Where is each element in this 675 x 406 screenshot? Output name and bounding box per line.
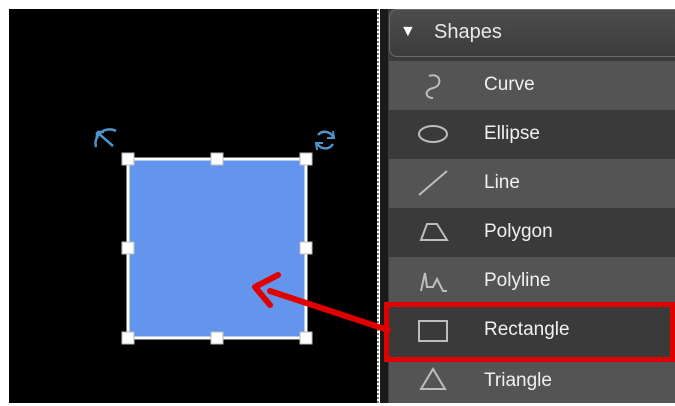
- resize-handle-top-right[interactable]: [299, 152, 313, 166]
- resize-handle-bottom-right[interactable]: [299, 331, 313, 345]
- resize-handle-left[interactable]: [121, 241, 135, 255]
- resize-handle-top-left[interactable]: [121, 152, 135, 166]
- resize-handle-bottom-left[interactable]: [121, 331, 135, 345]
- refresh-icon[interactable]: [314, 130, 336, 151]
- overlay-layer: [94, 128, 391, 345]
- rotate-icon[interactable]: [94, 128, 117, 148]
- rectangle-shape[interactable]: [126, 157, 308, 340]
- resize-handle-bottom[interactable]: [210, 331, 224, 345]
- resize-handle-right[interactable]: [299, 241, 313, 255]
- resize-handle-top[interactable]: [210, 152, 224, 166]
